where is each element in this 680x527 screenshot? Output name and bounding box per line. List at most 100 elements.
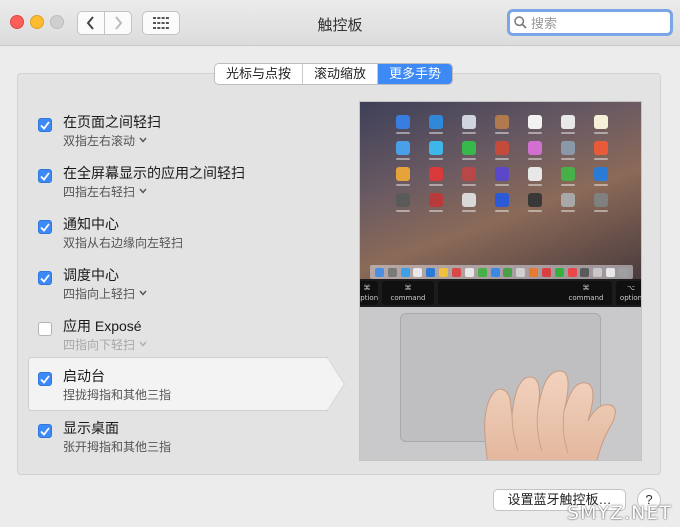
dock — [370, 265, 633, 279]
launchpad-screen — [360, 102, 641, 279]
gesture-subtitle[interactable]: 四指左右轻扫 — [63, 183, 147, 200]
key-label: option — [619, 294, 642, 302]
checkmark-icon — [40, 171, 50, 181]
gesture-subtitle[interactable]: 四指向上轻扫 — [63, 285, 147, 302]
gesture-item[interactable]: 显示桌面张开拇指和其他三指 — [28, 409, 343, 463]
gesture-subtitle-text: 捏拢拇指和其他三指 — [63, 388, 172, 402]
gesture-title: 通知中心 — [63, 216, 119, 232]
key-symbol: ⌘ — [363, 284, 371, 292]
key-command-right: ⌘ command — [560, 281, 612, 305]
checkmark-icon — [40, 120, 50, 130]
gesture-subtitle-text: 双指左右滚动 — [63, 134, 136, 148]
tab-more-gestures[interactable]: 更多手势 — [378, 64, 453, 84]
app-icon — [518, 167, 551, 186]
hand-icon — [484, 370, 616, 460]
dock-app-icon — [464, 267, 474, 277]
app-icon — [584, 167, 617, 186]
gesture-preview: ⌘ option ⌘ command ⌘ command ⌥ option — [359, 101, 642, 461]
watermark: SMYZ.NET — [0, 498, 680, 527]
laptop-deck — [360, 307, 641, 460]
gesture-checkbox[interactable] — [38, 372, 52, 386]
chevron-down-icon[interactable] — [139, 339, 147, 350]
key-label: option — [360, 294, 379, 302]
dock-app-icon — [451, 267, 461, 277]
tab-point-click[interactable]: 光标与点按 — [215, 64, 304, 84]
app-icon — [420, 141, 453, 160]
app-icon — [584, 193, 617, 212]
app-icon — [387, 115, 420, 134]
dock-app-icon — [439, 267, 449, 277]
app-icon — [518, 141, 551, 160]
app-icon — [518, 115, 551, 134]
gesture-checkbox[interactable] — [38, 271, 52, 285]
app-icon — [453, 115, 486, 134]
dock-app-icon — [426, 267, 436, 277]
tab-scroll-zoom[interactable]: 滚动缩放 — [303, 64, 379, 84]
key-symbol: ⌘ — [582, 284, 590, 292]
app-icon — [486, 167, 519, 186]
gesture-checkbox[interactable] — [38, 424, 52, 438]
key-symbol: ⌘ — [404, 284, 412, 292]
gesture-item[interactable]: 在全屏幕显示的应用之间轻扫 四指左右轻扫 — [28, 154, 343, 208]
gesture-item[interactable]: 通知中心双指从右边缘向左轻扫 — [28, 205, 343, 259]
app-icon — [486, 141, 519, 160]
dock-app-icon — [618, 267, 628, 277]
search-field[interactable]: 搜索 — [507, 9, 673, 36]
chevron-down-icon[interactable] — [139, 288, 147, 299]
gesture-title: 调度中心 — [63, 267, 119, 283]
dock-app-icon — [374, 267, 384, 277]
app-icon — [584, 115, 617, 134]
chevron-down-icon[interactable] — [139, 186, 147, 197]
dock-app-icon — [593, 267, 603, 277]
chevron-down-icon[interactable] — [139, 135, 147, 146]
search-icon — [514, 16, 527, 29]
checkmark-icon — [40, 426, 50, 436]
app-icon — [420, 115, 453, 134]
gesture-item[interactable]: 应用 Exposé 四指向下轻扫 — [28, 307, 343, 361]
dock-app-icon — [554, 267, 564, 277]
app-icon — [420, 167, 453, 186]
gesture-subtitle-text: 张开拇指和其他三指 — [63, 440, 172, 454]
key-label: command — [390, 294, 426, 302]
search-placeholder: 搜索 — [531, 16, 558, 31]
dock-app-icon — [567, 267, 577, 277]
key-space — [438, 281, 576, 305]
app-icon — [453, 167, 486, 186]
app-icon — [453, 193, 486, 212]
gesture-item[interactable]: 在页面之间轻扫 双指左右滚动 — [28, 103, 343, 157]
keyboard: ⌘ option ⌘ command ⌘ command ⌥ option — [360, 279, 642, 307]
dock-app-icon — [503, 267, 513, 277]
gesture-title: 应用 Exposé — [63, 318, 142, 334]
gesture-title: 启动台 — [63, 368, 105, 384]
checkmark-icon — [40, 222, 50, 232]
app-icon — [387, 141, 420, 160]
gesture-checkbox[interactable] — [38, 322, 52, 336]
gesture-subtitle-text: 四指左右轻扫 — [63, 185, 136, 199]
watermark-text: SMYZ.NET — [567, 502, 672, 524]
gesture-item[interactable]: 调度中心四指向上轻扫 — [28, 256, 343, 310]
gesture-subtitle[interactable]: 四指向下轻扫 — [63, 336, 147, 353]
app-icon — [551, 141, 584, 160]
dock-app-icon — [477, 267, 487, 277]
gesture-subtitle[interactable]: 双指左右滚动 — [63, 132, 147, 149]
gesture-subtitle: 双指从右边缘向左轻扫 — [63, 234, 183, 251]
app-icon — [486, 115, 519, 134]
gesture-checkbox[interactable] — [38, 169, 52, 183]
dock-app-icon — [516, 267, 526, 277]
gesture-checkbox[interactable] — [38, 220, 52, 234]
key-label: command — [568, 294, 604, 302]
gesture-item[interactable]: 启动台捏拢拇指和其他三指 — [28, 357, 345, 411]
app-icon — [387, 167, 420, 186]
dock-app-icon — [490, 267, 500, 277]
gesture-title: 显示桌面 — [63, 420, 119, 436]
key-symbol: ⌥ — [626, 284, 636, 292]
gesture-checkbox[interactable] — [38, 118, 52, 132]
checkmark-icon — [40, 273, 50, 283]
dock-app-icon — [529, 267, 539, 277]
app-icon — [387, 193, 420, 212]
gesture-subtitle-text: 四指向下轻扫 — [63, 338, 136, 352]
gesture-title: 在页面之间轻扫 — [63, 114, 161, 130]
gesture-subtitle-text: 双指从右边缘向左轻扫 — [63, 236, 184, 250]
title-bar: 触控板 搜索 — [0, 0, 680, 46]
dock-app-icon — [387, 267, 397, 277]
